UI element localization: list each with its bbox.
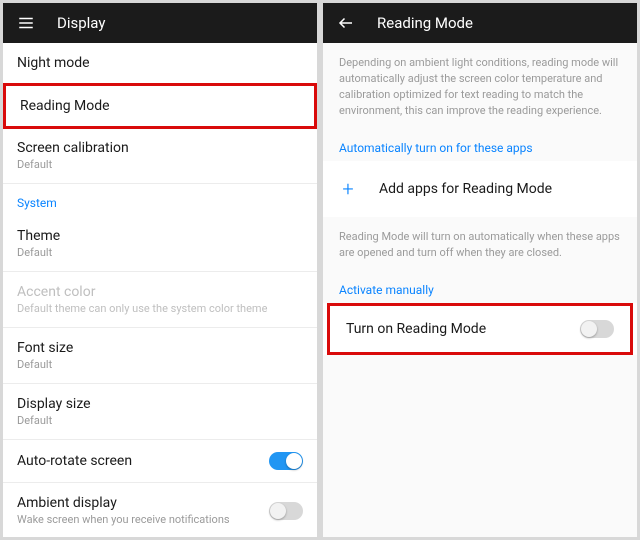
display-header-title: Display xyxy=(57,14,105,32)
turn-on-reading-mode-row[interactable]: Turn on Reading Mode xyxy=(330,306,630,352)
reading-mode-header: Reading Mode xyxy=(323,3,637,43)
reading-mode-content: Depending on ambient light conditions, r… xyxy=(323,43,637,537)
item-title: Accent color xyxy=(17,284,267,300)
item-screen-calibration[interactable]: Screen calibration Default xyxy=(3,128,317,184)
add-apps-row[interactable]: + Add apps for Reading Mode xyxy=(323,161,637,217)
item-display-size[interactable]: Display size Default xyxy=(3,384,317,440)
item-title: Theme xyxy=(17,228,60,244)
item-title: Ambient display xyxy=(17,495,230,511)
activate-manually-header: Activate manually xyxy=(323,273,637,303)
item-title: Display size xyxy=(17,396,91,412)
back-arrow-icon[interactable] xyxy=(337,14,355,32)
reading-mode-pane: Reading Mode Depending on ambient light … xyxy=(323,3,637,537)
display-settings-pane: Display Night mode Reading Mode Screen c… xyxy=(3,3,317,537)
auto-on-header: Automatically turn on for these apps xyxy=(323,131,637,161)
item-title: Night mode xyxy=(17,55,90,71)
item-ambient-display[interactable]: Ambient display Wake screen when you rec… xyxy=(3,483,317,537)
plus-icon: + xyxy=(339,177,357,201)
reading-mode-toggle[interactable] xyxy=(580,320,614,338)
display-content: Night mode Reading Mode Screen calibrati… xyxy=(3,43,317,537)
item-reading-mode[interactable]: Reading Mode xyxy=(3,83,317,129)
item-night-mode[interactable]: Night mode xyxy=(3,43,317,84)
turn-on-reading-mode-highlight: Turn on Reading Mode xyxy=(327,303,633,355)
auto-on-description: Reading Mode will turn on automatically … xyxy=(323,217,637,273)
item-sub: Wake screen when you receive notificatio… xyxy=(17,513,230,526)
item-title: Auto-rotate screen xyxy=(17,453,132,469)
item-sub: Default xyxy=(17,414,91,427)
item-title: Reading Mode xyxy=(20,98,110,114)
ambient-display-toggle[interactable] xyxy=(269,502,303,520)
item-sub: Default xyxy=(17,158,129,171)
reading-mode-description: Depending on ambient light conditions, r… xyxy=(323,43,637,131)
item-accent-color: Accent color Default theme can only use … xyxy=(3,272,317,328)
section-header-system: System xyxy=(3,184,317,216)
display-header: Display xyxy=(3,3,317,43)
item-theme[interactable]: Theme Default xyxy=(3,216,317,272)
turn-on-reading-mode-label: Turn on Reading Mode xyxy=(346,321,486,337)
item-title: Font size xyxy=(17,340,73,356)
empty-space xyxy=(323,355,637,537)
item-auto-rotate[interactable]: Auto-rotate screen xyxy=(3,440,317,483)
auto-rotate-toggle[interactable] xyxy=(269,452,303,470)
hamburger-icon[interactable] xyxy=(17,14,35,32)
add-apps-label: Add apps for Reading Mode xyxy=(379,181,552,197)
item-font-size[interactable]: Font size Default xyxy=(3,328,317,384)
item-sub: Default theme can only use the system co… xyxy=(17,302,267,315)
item-title: Screen calibration xyxy=(17,140,129,156)
item-sub: Default xyxy=(17,246,60,259)
item-sub: Default xyxy=(17,358,73,371)
reading-mode-header-title: Reading Mode xyxy=(377,14,473,32)
